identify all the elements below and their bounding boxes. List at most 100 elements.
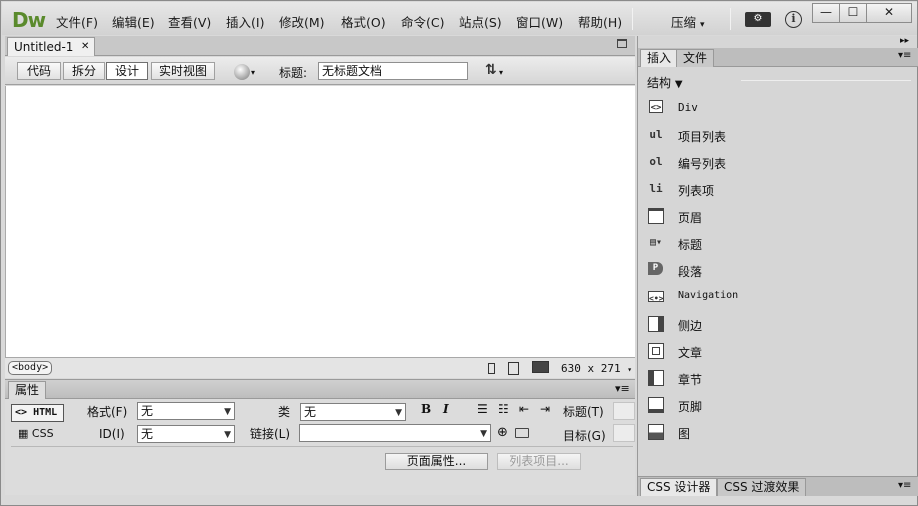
li-icon: li xyxy=(649,182,663,195)
insert-unordered-list[interactable]: ul 项目列表 xyxy=(648,124,908,146)
insert-navigation[interactable]: <•> Navigation xyxy=(648,286,908,308)
bottom-panel-tabs: CSS 设计器 CSS 过渡效果 ▾≡ xyxy=(638,476,918,496)
browse-folder-icon[interactable] xyxy=(515,428,529,438)
insert-paragraph[interactable]: P 段落 xyxy=(648,259,908,281)
outdent-icon[interactable]: ⇤ xyxy=(519,402,529,416)
status-bar: <body> 630 x 271 ▾ xyxy=(5,357,635,378)
view-code-button[interactable]: 代码 xyxy=(17,62,61,80)
tab-css-transitions[interactable]: CSS 过渡效果 xyxy=(717,478,807,496)
sync-settings-icon[interactable]: ⚙ xyxy=(745,12,771,27)
tab-css-designer[interactable]: CSS 设计器 xyxy=(640,478,718,496)
category-select[interactable]: 结构 ▼ xyxy=(647,74,683,91)
menu-insert[interactable]: 插入(I) xyxy=(226,12,264,31)
format-label: 格式(F) xyxy=(87,405,128,419)
title-input[interactable]: 无标题文档 xyxy=(318,62,468,80)
workspace-switcher[interactable]: 压缩 ▾ xyxy=(671,12,705,31)
panel-tabs: 插入 文件 ▾≡ xyxy=(638,48,918,67)
view-split-button[interactable]: 拆分 xyxy=(63,62,105,80)
insert-heading[interactable]: ▤▾ 标题 xyxy=(648,232,908,254)
link-input[interactable]: ▼ xyxy=(299,424,491,442)
insert-div[interactable]: <> Div xyxy=(648,97,908,119)
collapse-panel-icon[interactable]: ▸▸ xyxy=(900,36,909,46)
page-properties-button[interactable]: 页面属性... xyxy=(385,453,488,470)
panel-options-icon[interactable]: ▾≡ xyxy=(898,480,911,491)
properties-panel-header: 属性 ▾≡ xyxy=(5,379,635,399)
navigation-icon: <•> xyxy=(648,291,664,303)
view-design-button[interactable]: 设计 xyxy=(106,62,148,80)
menu-help[interactable]: 帮助(H) xyxy=(578,12,622,31)
tab-insert[interactable]: 插入 xyxy=(640,49,679,67)
tab-files[interactable]: 文件 xyxy=(676,49,715,67)
insert-footer[interactable]: 页脚 xyxy=(648,394,908,416)
divider xyxy=(741,80,911,81)
italic-button[interactable]: I xyxy=(443,402,449,416)
workspace-label: 压缩 xyxy=(671,15,697,30)
ul-icon: ul xyxy=(649,128,663,141)
id-select[interactable]: 无 ▼ xyxy=(137,425,235,443)
insert-article[interactable]: 文章 xyxy=(648,340,908,362)
panel-options-icon[interactable]: ▾≡ xyxy=(898,50,911,61)
css-mode-button[interactable]: ▦ CSS xyxy=(18,427,54,440)
panel-options-icon[interactable]: ▾≡ xyxy=(615,382,630,395)
css-grid-icon: ▦ xyxy=(18,427,29,440)
aside-icon xyxy=(648,316,664,332)
close-button[interactable]: ✕ xyxy=(866,3,912,23)
insert-list-item[interactable]: li 列表项 xyxy=(648,178,908,200)
design-canvas[interactable] xyxy=(5,86,635,357)
chevron-down-icon: ▾ xyxy=(499,68,504,77)
point-to-file-icon[interactable]: ⊕ xyxy=(497,425,508,440)
menu-commands[interactable]: 命令(C) xyxy=(401,12,444,31)
format-select[interactable]: 无 ▼ xyxy=(137,402,235,420)
window-size-readout[interactable]: 630 x 271 ▾ xyxy=(561,362,632,375)
insert-section[interactable]: 章节 xyxy=(648,367,908,389)
menu-modify[interactable]: 修改(M) xyxy=(279,12,325,31)
document-toolbar: 代码 拆分 设计 实时视图 ▾ 标题: 无标题文档 ⇅ ▾ xyxy=(5,57,635,85)
chevron-down-icon: ▾ xyxy=(251,68,256,77)
class-select[interactable]: 无 ▼ xyxy=(300,403,406,421)
mobile-size-icon[interactable] xyxy=(488,363,495,374)
figure-icon xyxy=(648,424,664,440)
section-icon xyxy=(648,370,664,386)
tablet-size-icon[interactable] xyxy=(508,362,519,375)
menu-window[interactable]: 窗口(W) xyxy=(516,12,563,31)
unordered-list-icon[interactable]: ☰ xyxy=(477,402,488,416)
dw-logo: Dw xyxy=(12,8,46,32)
menu-site[interactable]: 站点(S) xyxy=(459,12,502,31)
restore-icon[interactable] xyxy=(617,39,627,48)
insert-ordered-list[interactable]: ol 编号列表 xyxy=(648,151,908,173)
insert-figure[interactable]: 图 xyxy=(648,421,908,443)
info-icon[interactable]: i xyxy=(785,11,802,28)
chevron-down-icon: ▾ xyxy=(700,20,705,30)
ordered-list-icon[interactable]: ☷ xyxy=(498,402,509,416)
indent-icon[interactable]: ⇥ xyxy=(540,402,550,416)
insert-aside[interactable]: 侧边 xyxy=(648,313,908,335)
format-value: 无 xyxy=(141,404,154,418)
globe-icon[interactable] xyxy=(234,64,250,80)
tag-selector-body[interactable]: <body> xyxy=(8,361,53,375)
close-icon[interactable]: ✕ xyxy=(81,38,89,56)
ol-icon: ol xyxy=(649,155,663,168)
insert-header[interactable]: 页眉 xyxy=(648,205,908,227)
bold-button[interactable]: B xyxy=(421,402,431,416)
html-mode-label: HTML xyxy=(33,407,58,418)
maximize-button[interactable]: ☐ xyxy=(839,3,867,23)
minimize-button[interactable]: — xyxy=(812,3,840,23)
insert-panel-group: ▸▸ 插入 文件 ▾≡ 结构 ▼ <> Div ul 项目列表 ol 编号列表 li 列… xyxy=(637,36,918,496)
file-transfer-icon[interactable]: ⇅ xyxy=(485,62,497,78)
target-select[interactable] xyxy=(613,424,635,442)
menu-separator xyxy=(632,8,633,30)
desktop-size-icon[interactable] xyxy=(532,361,549,373)
heading-input[interactable] xyxy=(613,402,635,420)
properties-tab[interactable]: 属性 xyxy=(8,381,46,399)
document-tab[interactable]: Untitled-1 ✕ xyxy=(7,37,95,56)
menu-edit[interactable]: 编辑(E) xyxy=(112,12,155,31)
menu-format[interactable]: 格式(O) xyxy=(341,12,386,31)
document-tab-bar: Untitled-1 ✕ xyxy=(5,36,635,56)
menu-view[interactable]: 查看(V) xyxy=(168,12,211,31)
chevron-down-icon: ▼ xyxy=(224,407,231,417)
css-mode-label: CSS xyxy=(31,427,54,440)
view-live-button[interactable]: 实时视图 xyxy=(151,62,215,80)
html-mode-button[interactable]: <> HTML xyxy=(11,404,64,422)
menu-file[interactable]: 文件(F) xyxy=(56,12,98,31)
title-label: 标题: xyxy=(279,66,308,80)
